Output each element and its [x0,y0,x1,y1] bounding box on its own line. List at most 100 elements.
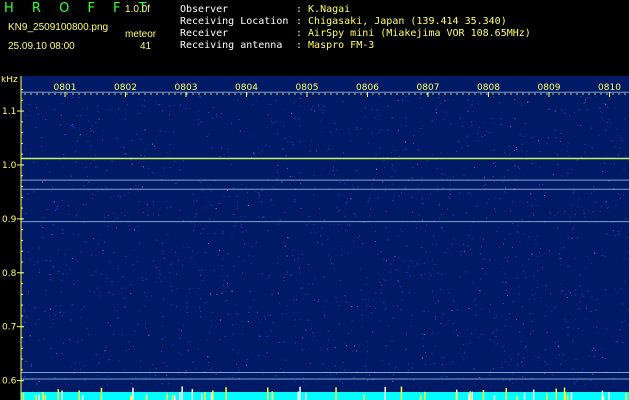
noise-speck [51,234,53,235]
noise-speck [88,120,90,122]
noise-speck [91,198,93,199]
noise-speck [176,273,178,275]
spectrogram-background [21,76,629,400]
noise-speck [338,305,340,307]
noise-speck [418,214,420,216]
noise-speck [91,129,93,131]
noise-speck [592,326,594,328]
noise-speck [183,247,185,249]
noise-speck [480,245,482,247]
noise-speck [313,194,315,196]
noise-speck [322,363,324,365]
noise-speck [178,328,180,330]
noise-speck [333,166,335,168]
noise-speck [298,267,300,269]
noise-speck [230,123,232,125]
noise-speck [64,254,66,256]
noise-speck [473,368,475,370]
noise-speck [542,267,543,269]
noise-speck [619,147,621,149]
noise-speck [314,232,316,234]
noise-speck [90,274,92,276]
noise-speck [227,189,228,191]
noise-speck [299,106,301,107]
noise-speck [268,103,270,105]
noise-speck [550,292,551,294]
noise-speck [483,185,485,186]
noise-speck [42,150,44,152]
noise-speck [421,107,423,109]
noise-speck [574,214,576,216]
noise-speck [567,237,569,239]
noise-speck [228,148,230,150]
noise-speck [125,255,127,257]
noise-speck [276,169,278,171]
noise-speck [75,150,77,152]
noise-speck [479,292,481,294]
noise-speck [310,363,311,364]
noise-speck [452,361,454,363]
noise-speck [383,302,385,303]
noise-speck [401,299,403,301]
noise-speck [192,361,194,362]
noise-speck [474,330,476,331]
noise-speck [253,152,255,154]
noise-speck [476,205,478,207]
noise-speck [560,133,562,134]
noise-speck [142,211,144,213]
bottom-band-spike [100,387,103,400]
noise-speck [415,227,417,229]
noise-speck [68,214,70,215]
bottom-band-fill [21,392,629,400]
noise-speck [50,190,52,192]
noise-speck [576,380,578,382]
noise-speck [527,102,529,103]
noise-speck [52,109,54,111]
noise-speck [155,100,157,102]
noise-speck [501,367,503,369]
noise-speck [339,182,341,183]
noise-speck [141,166,143,168]
noise-speck [36,107,38,109]
noise-speck [560,141,561,143]
noise-speck [434,302,436,304]
noise-speck [556,154,558,156]
noise-speck [321,131,323,133]
noise-speck [404,260,406,262]
noise-speck [532,294,534,296]
noise-speck [606,233,608,235]
noise-speck [367,299,369,301]
noise-speck [449,193,451,195]
noise-speck [278,341,280,343]
noise-speck [185,370,187,372]
noise-speck [165,131,167,132]
y-tick-label: 0.8 [2,269,17,279]
noise-speck [360,110,362,112]
noise-speck [168,272,170,274]
noise-speck [200,182,202,183]
noise-speck [39,272,40,274]
noise-speck [91,254,93,256]
noise-speck [494,165,496,167]
noise-speck [263,216,265,218]
noise-speck [31,363,33,365]
noise-speck [90,128,91,130]
noise-speck [165,201,167,203]
noise-speck [61,200,63,201]
noise-speck [482,122,484,124]
noise-speck [102,190,104,192]
noise-speck [196,253,198,255]
noise-speck [562,354,564,356]
noise-speck [390,263,392,265]
noise-speck [385,269,387,271]
noise-speck [492,333,494,335]
noise-speck [544,361,546,362]
noise-speck [224,291,226,293]
noise-speck [262,217,264,218]
noise-speck [161,325,163,327]
noise-speck [626,309,628,310]
noise-speck [369,215,371,217]
noise-speck [502,282,504,284]
noise-speck [401,219,403,221]
noise-speck [494,208,496,210]
